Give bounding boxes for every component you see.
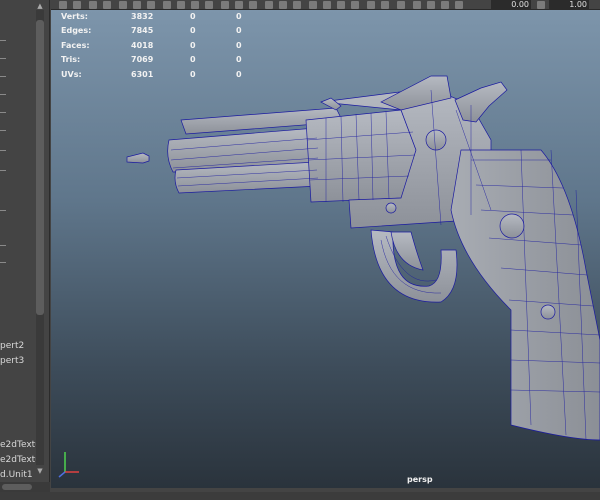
xray-components-icon[interactable] [397, 1, 405, 9]
camera-name-label: persp [407, 475, 433, 484]
hud-row-tris: Tris: 7069 0 0 [61, 55, 261, 69]
safe-action-icon[interactable] [191, 1, 199, 9]
anti-aliasing-icon[interactable] [337, 1, 345, 9]
frame-screw [385, 202, 397, 214]
outliner-tick [0, 245, 6, 246]
outliner-tick [0, 210, 6, 211]
backface-culling-icon[interactable] [413, 1, 421, 9]
camera-icon[interactable] [59, 1, 67, 9]
bottom-strip [0, 492, 600, 500]
outliner-tick [0, 58, 6, 59]
view-axis-icon [58, 452, 79, 478]
wireframe-on-shaded-icon[interactable] [249, 1, 257, 9]
hud-label: Verts: [61, 12, 88, 21]
hud-value: 0 [236, 70, 242, 79]
smooth-shade-icon[interactable] [235, 1, 243, 9]
outliner-item[interactable]: e2dTextur [0, 455, 36, 465]
hud-row-faces: Faces: 4018 0 0 [61, 41, 261, 55]
hud-value: 0 [190, 12, 196, 21]
hammer [454, 81, 508, 123]
grip-medallion [499, 213, 525, 239]
grid-icon[interactable] [119, 1, 127, 9]
outliner-item[interactable]: pert3 [0, 356, 36, 366]
outliner-tick [0, 94, 6, 95]
field-chart-icon[interactable] [177, 1, 185, 9]
hud-label: Edges: [61, 26, 92, 35]
hud-label: UVs: [61, 70, 82, 79]
hud-value: 0 [190, 55, 196, 64]
maya-window: pert2 pert3 e2dTextur e2dTextur d.Unit1 … [0, 0, 600, 500]
xray-icon[interactable] [367, 1, 375, 9]
hud-value: 7069 [131, 55, 154, 64]
exposure-field[interactable]: 0.00 [491, 0, 531, 10]
outliner-tick [0, 40, 6, 41]
gamma-toggle-icon[interactable] [537, 1, 545, 9]
bookmark-icon[interactable] [89, 1, 97, 9]
lights-icon[interactable] [279, 1, 287, 9]
exposure-icon[interactable] [427, 1, 435, 9]
ambient-occlusion-icon[interactable] [309, 1, 317, 9]
scroll-up-arrow-icon[interactable]: ▲ [36, 2, 44, 10]
horizontal-scrollbar-thumb[interactable] [2, 484, 32, 490]
hud-value: 0 [190, 70, 196, 79]
film-gate-icon[interactable] [133, 1, 141, 9]
outliner-tick [0, 262, 6, 263]
outliner-tick [0, 170, 6, 171]
color-management-icon[interactable] [455, 1, 463, 9]
scroll-down-arrow-icon[interactable]: ▼ [36, 467, 44, 475]
hud-label: Faces: [61, 41, 90, 50]
hud-value: 3832 [131, 12, 154, 21]
vertical-scrollbar-thumb[interactable] [36, 20, 44, 315]
gamma-field[interactable]: 1.00 [549, 0, 589, 10]
cylinder-pin [425, 129, 447, 151]
grip-screw [540, 304, 556, 320]
outliner-tick [0, 112, 6, 113]
outliner-item[interactable]: e2dTextur [0, 440, 36, 450]
outliner-tick [0, 76, 6, 77]
gate-mask-icon[interactable] [163, 1, 171, 9]
hud-value: 0 [236, 12, 242, 21]
perspective-viewport[interactable]: Verts: 3832 0 0 Edges: 7845 0 0 Faces: 4… [51, 10, 600, 488]
shadows-icon[interactable] [293, 1, 301, 9]
hud-row-uvs: UVs: 6301 0 0 [61, 70, 261, 84]
hud-value: 0 [190, 41, 196, 50]
outliner-item[interactable]: d.Unit1 [0, 470, 36, 480]
grip [450, 149, 600, 441]
outliner-panel: pert2 pert3 e2dTextur e2dTextur d.Unit1 … [0, 0, 50, 500]
camera-attributes-icon[interactable] [73, 1, 81, 9]
bullet [126, 152, 150, 164]
isolate-select-icon[interactable] [351, 1, 359, 9]
hud-label: Tris: [61, 55, 81, 64]
hud-value: 0 [236, 41, 242, 50]
xray-joints-icon[interactable] [381, 1, 389, 9]
hud-value: 6301 [131, 70, 154, 79]
hud-value: 0 [236, 55, 242, 64]
hud-value: 4018 [131, 41, 154, 50]
horizontal-scrollbar[interactable] [0, 482, 50, 492]
outliner-item[interactable]: pert2 [0, 341, 36, 351]
hud-value: 7845 [131, 26, 154, 35]
safe-title-icon[interactable] [205, 1, 213, 9]
textured-icon[interactable] [265, 1, 273, 9]
hud-value: 0 [190, 26, 196, 35]
outliner-tick [0, 130, 6, 131]
hud-row-verts: Verts: 3832 0 0 [61, 12, 261, 26]
wireframe-icon[interactable] [221, 1, 229, 9]
gamma-icon[interactable] [441, 1, 449, 9]
hud-row-edges: Edges: 7845 0 0 [61, 26, 261, 40]
motion-blur-icon[interactable] [323, 1, 331, 9]
cylinder [305, 109, 417, 203]
resolution-gate-icon[interactable] [147, 1, 155, 9]
hud-value: 0 [236, 26, 242, 35]
image-plane-icon[interactable] [103, 1, 111, 9]
viewport-toolbar: 0.00 1.00 [51, 0, 600, 10]
outliner-tick [0, 150, 6, 151]
